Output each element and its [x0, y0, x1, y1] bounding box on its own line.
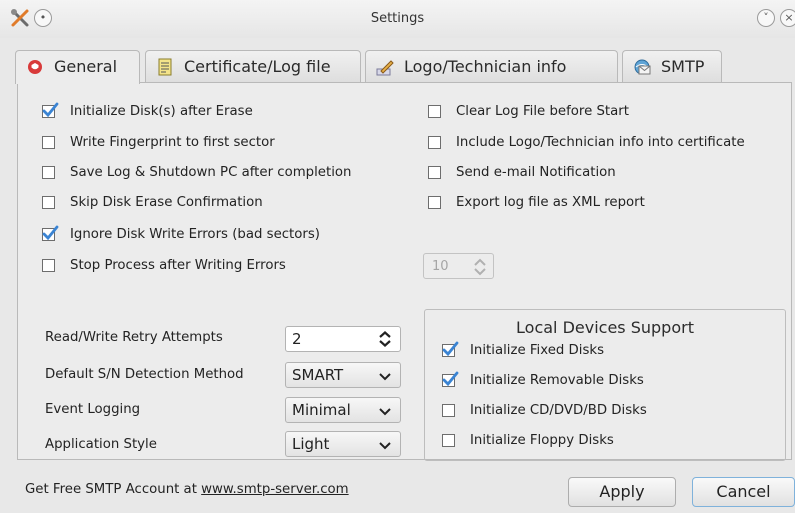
updown-icon [474, 258, 486, 276]
window-title: Settings [370, 11, 425, 26]
event-logging-combo[interactable]: Minimal [285, 397, 401, 423]
footer-note: Get Free SMTP Account at www.smtp-server… [25, 482, 349, 497]
cancel-button[interactable]: Cancel [692, 477, 795, 507]
checkbox[interactable] [42, 102, 59, 118]
retry-label: Read/Write Retry Attempts [45, 330, 223, 345]
checkbox[interactable] [428, 105, 441, 118]
sn-method-label: Default S/N Detection Method [45, 367, 244, 382]
app-style-label: Application Style [45, 437, 157, 452]
tab-label: Logo/Technician info [404, 57, 567, 76]
apply-button[interactable]: Apply [568, 477, 676, 507]
tab-label: Certificate/Log file [184, 57, 331, 76]
footer-text: Get Free SMTP Account at [25, 482, 202, 497]
tab-smtp[interactable]: SMTP [622, 50, 722, 82]
retry-spinbox[interactable]: 2 [285, 326, 401, 352]
smtp-server-link[interactable]: www.smtp-server.com [201, 482, 348, 497]
checkbox[interactable] [42, 196, 55, 209]
sn-method-combo[interactable]: SMART [285, 362, 401, 388]
document-icon [156, 58, 174, 76]
chevron-down-icon [379, 408, 391, 416]
tab-label: General [54, 57, 118, 76]
tab-general[interactable]: General [15, 50, 140, 84]
checkbox[interactable] [442, 371, 459, 387]
checkbox[interactable] [42, 259, 55, 272]
app-style-combo[interactable]: Light [285, 431, 401, 457]
checkbox[interactable] [42, 166, 55, 179]
checkbox[interactable] [42, 136, 55, 149]
pen-icon [376, 58, 394, 76]
updown-icon[interactable] [378, 331, 392, 347]
tab-certificate-log[interactable]: Certificate/Log file [145, 50, 361, 82]
checkbox[interactable] [442, 341, 459, 357]
title-bar: • Settings ˅ × [0, 0, 795, 38]
close-icon[interactable]: × [780, 9, 795, 27]
tab-logo-technician[interactable]: Logo/Technician info [365, 50, 618, 82]
checkbox[interactable] [442, 434, 455, 447]
checkbox[interactable] [442, 404, 455, 417]
shield-icon [26, 58, 44, 76]
chevron-down-icon[interactable]: ˅ [757, 9, 775, 27]
event-logging-label: Event Logging [45, 402, 141, 417]
tab-label: SMTP [661, 57, 705, 76]
chevron-down-icon [379, 442, 391, 450]
mail-globe-icon [633, 58, 651, 76]
checkbox[interactable] [428, 136, 441, 149]
checkbox[interactable] [428, 196, 441, 209]
checkbox[interactable] [428, 166, 441, 179]
chevron-down-icon [379, 373, 391, 381]
error-count-spinbox: 10 [423, 253, 494, 279]
group-title: Local Devices Support [516, 318, 694, 337]
checkbox[interactable] [42, 225, 59, 241]
